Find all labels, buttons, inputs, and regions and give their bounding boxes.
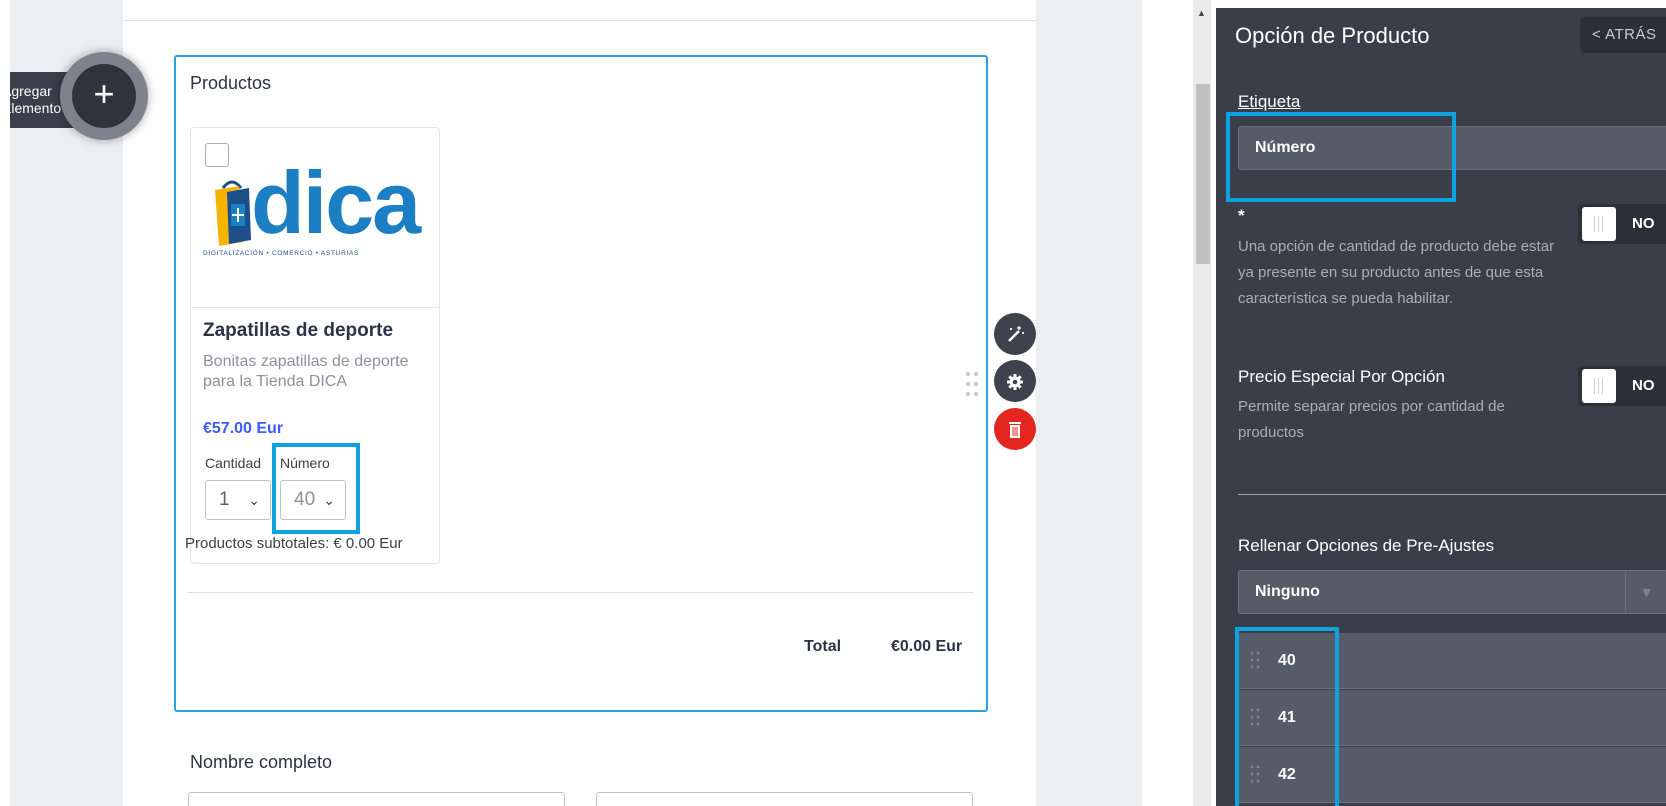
panel-title: Opción de Producto	[1235, 23, 1430, 48]
special-price-label: Precio Especial Por Opción	[1238, 367, 1445, 386]
required-help-text: Una opción de cantidad de producto debe …	[1238, 238, 1555, 307]
special-price-toggle-state: NO	[1632, 377, 1655, 394]
drag-handle-icon[interactable]	[965, 371, 979, 397]
toggle-knob	[1582, 369, 1616, 403]
trash-icon	[1009, 422, 1021, 439]
shopping-bag-logo-icon	[215, 180, 251, 246]
required-toggle-state: NO	[1632, 215, 1655, 232]
quantity-select[interactable]: 1 ⌄	[205, 480, 271, 520]
highlight-box	[1226, 112, 1456, 202]
magic-wand-icon	[1008, 326, 1024, 343]
product-price: €57.00 Eur	[203, 420, 284, 437]
quantity-label: Cantidad	[205, 455, 262, 471]
brand-logo-tagline: DIGITALIZACIÓN • COMERCIO • ASTURIAS	[203, 250, 360, 257]
product-name: Zapatillas de deporte	[203, 320, 394, 341]
gear-icon	[1007, 374, 1023, 391]
first-name-input[interactable]	[188, 792, 565, 806]
divider	[123, 20, 1036, 21]
product-card[interactable]: dica DIGITALIZACIÓN • COMERCIO • ASTURIA…	[185, 127, 440, 564]
caret-down-icon: ▼	[1625, 571, 1666, 613]
product-checkbox[interactable]	[205, 143, 229, 167]
highlight-box	[1235, 627, 1339, 806]
last-name-input[interactable]	[596, 792, 973, 806]
special-price-toggle[interactable]: NO	[1578, 366, 1666, 406]
special-price-help-text: Permite separar precios por cantidad de …	[1238, 398, 1505, 441]
presets-select[interactable]: Ninguno ▼	[1238, 570, 1666, 614]
chevron-down-icon: ⌄	[248, 492, 260, 508]
divider	[188, 592, 974, 593]
product-list-block[interactable]: Productos dica DIGITALIZACIÓN • COMERCIO…	[174, 55, 988, 712]
plus-icon: +	[93, 73, 115, 114]
brand-logo-text: dica	[251, 153, 421, 252]
block-title: Productos	[190, 73, 272, 93]
divider	[1238, 494, 1666, 495]
full-name-label: Nombre completo	[190, 752, 333, 772]
highlight-box	[272, 443, 360, 534]
label-field-label: Etiqueta	[1238, 92, 1301, 111]
required-label: *	[1238, 206, 1245, 225]
total-value: €0.00 Eur	[891, 638, 963, 655]
magic-wand-button[interactable]	[994, 313, 1036, 355]
quantity-value: 1	[219, 489, 230, 510]
toggle-knob	[1582, 207, 1616, 241]
scroll-up-arrow-icon[interactable]: ▲	[1197, 8, 1206, 18]
total-label: Total	[804, 638, 842, 655]
scrollbar-thumb[interactable]	[1196, 84, 1210, 264]
required-toggle[interactable]: NO	[1578, 204, 1666, 244]
presets-label: Rellenar Opciones de Pre-Ajustes	[1238, 536, 1495, 555]
product-option-panel: Opción de Producto < ATRÁS Etiqueta Núme…	[1216, 8, 1666, 806]
back-button[interactable]: < ATRÁS	[1580, 17, 1666, 53]
delete-button[interactable]	[994, 408, 1036, 450]
product-subtotal: Productos subtotales: € 0.00 Eur	[185, 535, 403, 552]
settings-button[interactable]	[994, 360, 1036, 402]
presets-selected-value: Ninguno	[1255, 583, 1320, 600]
product-description: Bonitas zapatillas de deporte para la Ti…	[203, 353, 409, 390]
add-element-button[interactable]: +	[72, 64, 136, 128]
